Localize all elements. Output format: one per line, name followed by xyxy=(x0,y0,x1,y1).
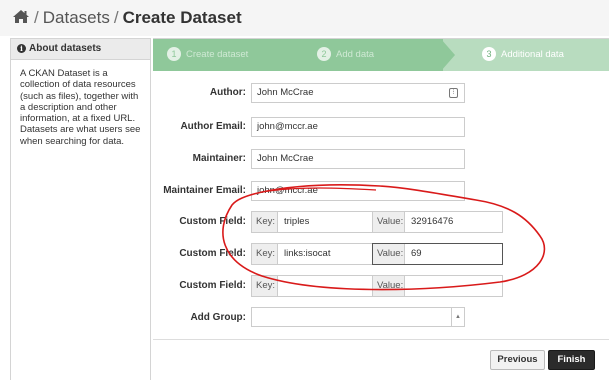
sidebar-heading: i About datasets xyxy=(11,39,150,60)
custom-field-key-value: links:isocat xyxy=(284,248,331,259)
custom-field-label: Custom Field: xyxy=(179,216,246,227)
custom-field-value-input[interactable]: Value: 32916476 xyxy=(372,211,503,233)
page-header: / Datasets / Create Dataset xyxy=(0,0,609,36)
value-addon: Value: xyxy=(373,244,405,264)
stage-progress: 1 Create dataset 2 Add data 3 Additional da… xyxy=(153,39,609,71)
custom-field-value-input[interactable]: Value: xyxy=(372,275,503,297)
maintainer-email-field[interactable]: john@mccr.ae xyxy=(251,181,465,201)
breadcrumb-datasets[interactable]: Datasets xyxy=(43,8,110,27)
maintainer-label: Maintainer: xyxy=(192,153,246,164)
info-icon: i xyxy=(17,44,26,53)
maintainer-value: John McCrae xyxy=(257,153,314,164)
sidebar-description: A CKAN Dataset is a collection of data r… xyxy=(20,68,141,147)
custom-field-key-input[interactable]: Key: links:isocat xyxy=(251,243,373,265)
contact-card-icon: ⁝ xyxy=(449,88,458,98)
breadcrumb-separator: / xyxy=(113,8,119,27)
author-email-label: Author Email: xyxy=(180,121,246,132)
breadcrumb-create-dataset[interactable]: Create Dataset xyxy=(123,8,242,27)
custom-field-label: Custom Field: xyxy=(179,248,246,259)
stage-label: Additional data xyxy=(501,49,564,60)
custom-field-key-value xyxy=(279,276,284,296)
stage-create-dataset[interactable]: 1 Create dataset xyxy=(153,39,303,71)
custom-field-value-input[interactable]: Value: 69 xyxy=(372,243,503,265)
sidebar-title: About datasets xyxy=(29,43,102,54)
stage-label: Create dataset xyxy=(186,49,249,60)
add-group-label: Add Group: xyxy=(190,312,246,323)
previous-button[interactable]: Previous xyxy=(490,350,545,370)
home-icon[interactable] xyxy=(12,8,30,27)
custom-field-label: Custom Field: xyxy=(179,280,246,291)
author-field[interactable]: John McCrae ⁝ xyxy=(251,83,465,103)
key-addon: Key: xyxy=(252,244,278,264)
custom-field-key-input[interactable]: Key: triples xyxy=(251,211,373,233)
stage-number: 1 xyxy=(167,47,181,61)
stage-label: Add data xyxy=(336,49,375,60)
finish-button[interactable]: Finish xyxy=(548,350,595,370)
custom-field-key-value: triples xyxy=(284,216,310,227)
about-datasets-panel: i About datasets A CKAN Dataset is a coll… xyxy=(10,38,151,380)
value-addon: Value: xyxy=(373,276,405,296)
key-addon: Key: xyxy=(252,276,278,296)
custom-field-value-value: 69 xyxy=(411,248,422,259)
value-addon: Value: xyxy=(373,212,405,232)
author-email-value: john@mccr.ae xyxy=(257,121,318,132)
maintainer-email-value: john@mccr.ae xyxy=(257,185,318,196)
maintainer-field[interactable]: John McCrae xyxy=(251,149,465,169)
maintainer-email-label: Maintainer Email: xyxy=(163,185,246,196)
stage-additional-data[interactable]: 3 Additional data xyxy=(443,39,609,71)
key-addon: Key: xyxy=(252,212,278,232)
author-value: John McCrae xyxy=(257,87,314,98)
breadcrumb-separator: / xyxy=(34,8,39,27)
stage-add-data[interactable]: 2 Add data xyxy=(303,39,443,71)
custom-field-key-input[interactable]: Key: xyxy=(251,275,373,297)
author-email-field[interactable]: john@mccr.ae xyxy=(251,117,465,137)
breadcrumb: / Datasets / Create Dataset xyxy=(12,8,242,28)
stage-number: 3 xyxy=(482,47,496,61)
main-form-panel: 1 Create dataset 2 Add data 3 Additional da… xyxy=(153,38,609,380)
author-label: Author: xyxy=(209,87,246,98)
stage-arrow xyxy=(441,39,455,71)
stage-number: 2 xyxy=(317,47,331,61)
add-group-select[interactable]: ▲ xyxy=(251,307,465,327)
form-actions-divider xyxy=(153,339,609,340)
custom-field-value-value: 32916476 xyxy=(411,216,454,227)
chevron-down-icon: ▲ xyxy=(451,308,464,326)
custom-field-value-value xyxy=(406,276,411,296)
